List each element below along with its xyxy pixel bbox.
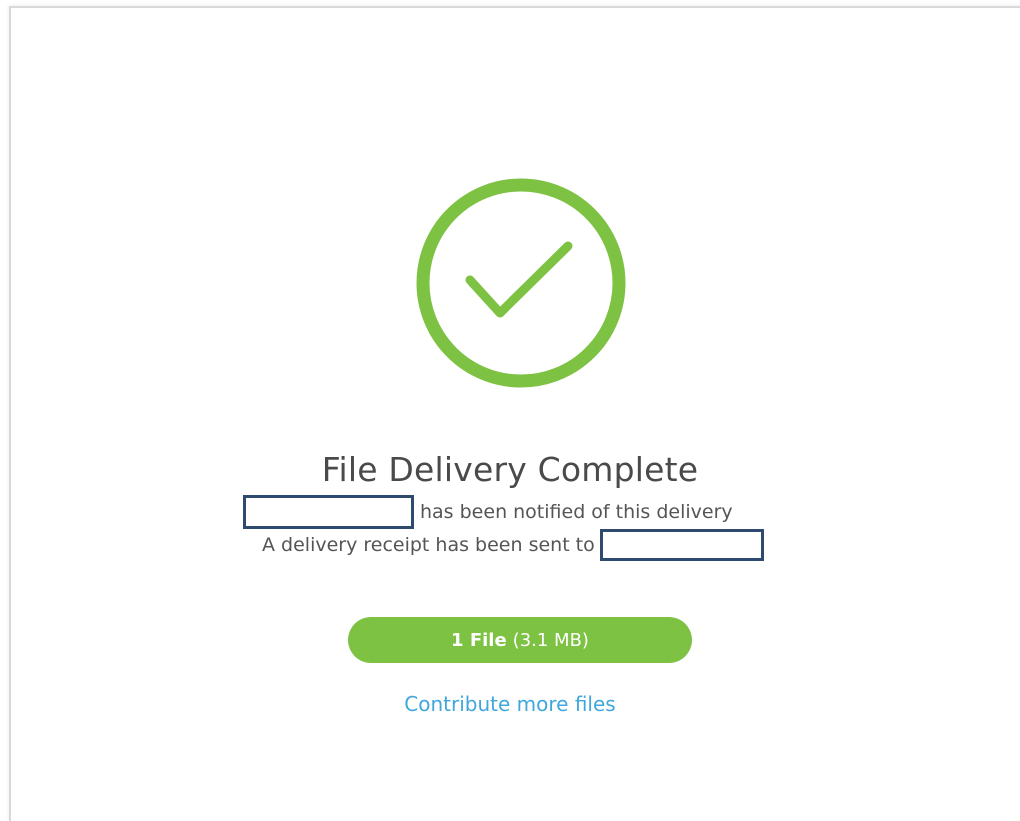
files-summary-button[interactable]: 1 File (3.1 MB) [348, 617, 692, 663]
receipt-text: A delivery receipt has been sent to [262, 534, 595, 556]
redacted-recipient-box [243, 495, 414, 529]
receipt-line: A delivery receipt has been sent to [262, 528, 764, 562]
contribute-more-files-link[interactable]: Contribute more files [404, 692, 615, 716]
redacted-sender-box [599, 529, 764, 561]
contribute-link-row: Contribute more files [0, 692, 1020, 716]
notified-text: has been notified of this delivery [420, 501, 733, 523]
recipient-notified-line: has been notified of this delivery [243, 495, 733, 529]
file-size-label: (3.1 MB) [512, 629, 589, 651]
checkmark-circle-icon [416, 178, 626, 388]
file-count-label: 1 File [451, 629, 507, 651]
page-title: File Delivery Complete [321, 450, 699, 489]
